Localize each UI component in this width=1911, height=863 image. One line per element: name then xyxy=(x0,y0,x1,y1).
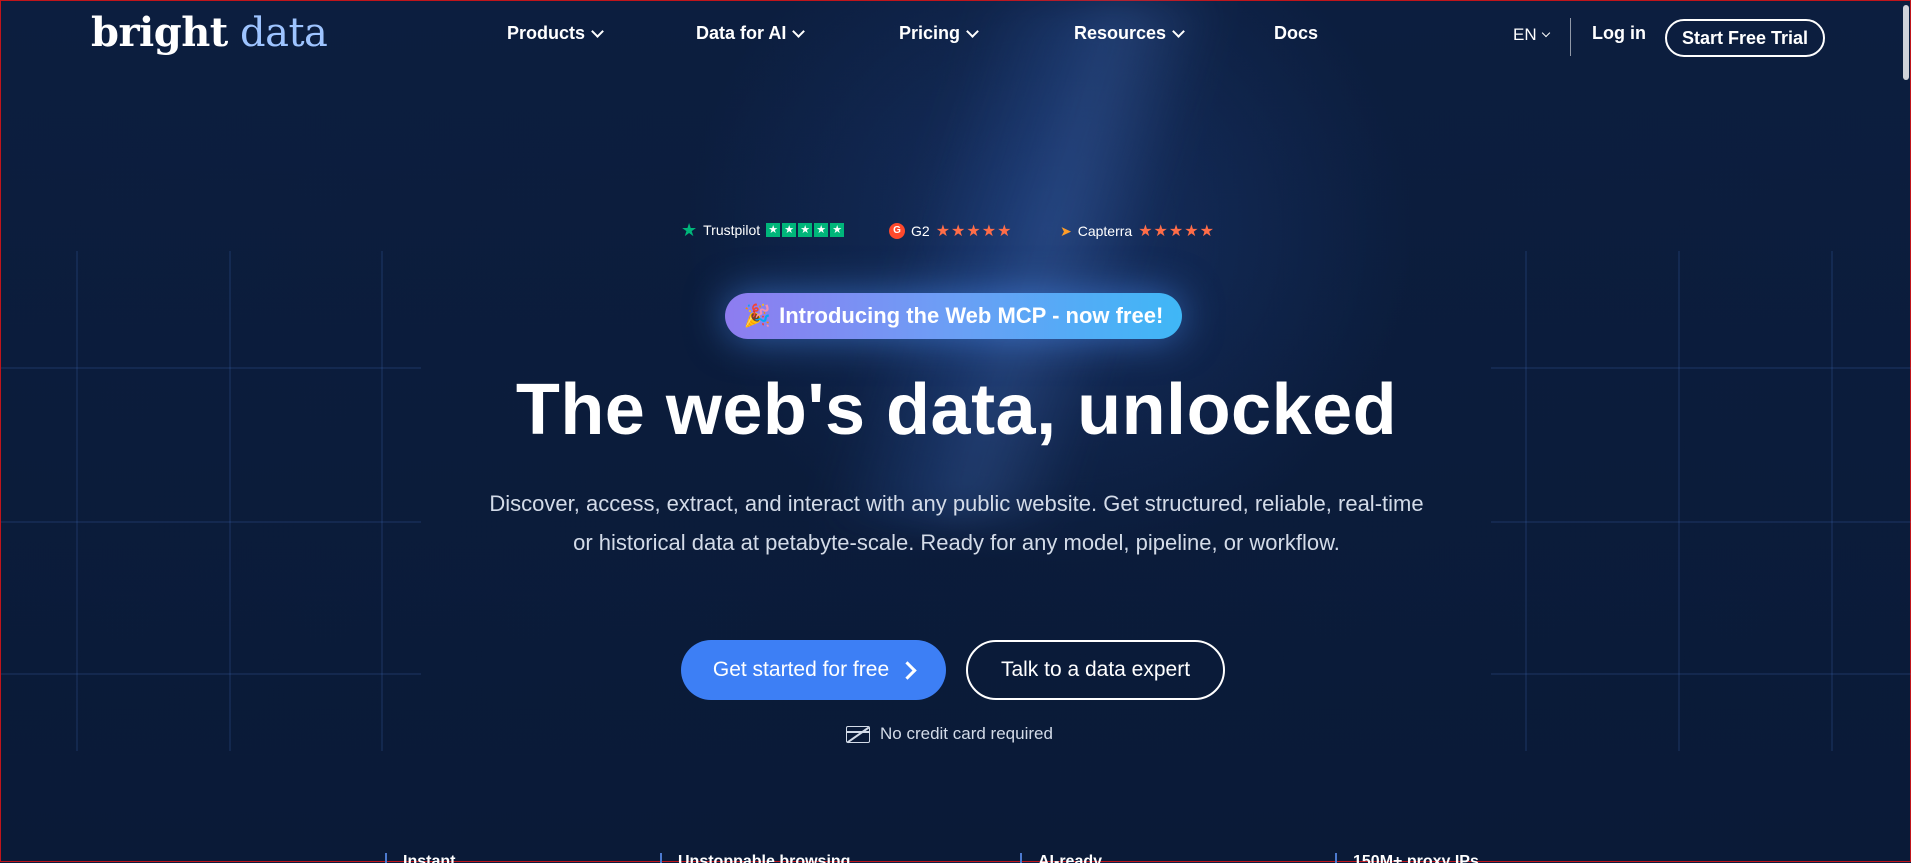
chevron-right-icon xyxy=(898,660,917,680)
logo-word-data: data xyxy=(239,10,328,56)
nav-item-label: Resources xyxy=(1074,23,1167,43)
nav-item-label: Pricing xyxy=(899,23,961,43)
page-title: The web's data, unlocked xyxy=(515,370,1398,450)
nav-item-label: Data for AI xyxy=(696,23,787,43)
nav-item-resources[interactable]: Resources xyxy=(1074,23,1185,44)
get-started-button[interactable]: Get started for free xyxy=(681,640,946,700)
hero-subtitle-line1: Discover, access, extract, and interact … xyxy=(489,491,1424,516)
nav-item-label: Docs xyxy=(1274,23,1319,43)
get-started-label: Get started for free xyxy=(712,658,890,681)
chevron-down-icon xyxy=(591,24,604,38)
g2-label: G2 xyxy=(911,223,930,239)
language-label: EN xyxy=(1513,25,1537,44)
trustpilot-stars: ★ ★ ★ ★ ★ xyxy=(766,223,845,237)
trustpilot-rating[interactable]: ★ Trustpilot ★ ★ ★ ★ ★ xyxy=(681,220,845,240)
nav-item-products[interactable]: Products xyxy=(507,23,604,44)
trustpilot-star-icon: ★ xyxy=(681,220,698,240)
g2-stars: ★★★★★ xyxy=(935,223,1013,240)
capterra-stars: ★★★★★ xyxy=(1138,223,1215,240)
capterra-logo-icon: ➤ xyxy=(1060,222,1072,239)
g2-logo-icon: G xyxy=(889,223,905,239)
capterra-rating[interactable]: ➤ Capterra ★★★★★ xyxy=(1060,221,1215,241)
logo-word-bright: bright xyxy=(91,9,228,56)
hero-subtitle-line2: or historical data at petabyte-scale. Re… xyxy=(573,530,1340,555)
chevron-down-icon xyxy=(1541,28,1550,37)
nav-item-label: Products xyxy=(507,23,586,43)
no-credit-card-note: No credit card required xyxy=(846,724,1053,744)
page-scrollbar[interactable] xyxy=(1902,1,1910,861)
trustpilot-label: Trustpilot xyxy=(703,222,761,238)
top-nav: bright data Products Data for AI Pricing… xyxy=(1,1,1911,71)
no-credit-card-label: No credit card required xyxy=(880,724,1053,743)
talk-to-expert-button[interactable]: Talk to a data expert xyxy=(966,640,1225,700)
no-credit-card-icon xyxy=(846,725,870,743)
login-link[interactable]: Log in xyxy=(1592,23,1646,44)
scrollbar-thumb[interactable] xyxy=(1903,5,1909,80)
capterra-label: Capterra xyxy=(1077,223,1133,239)
ratings-row: ★ Trustpilot ★ ★ ★ ★ ★ G G2 ★★★★★ ➤ Capterra… xyxy=(1,221,1911,241)
nav-divider xyxy=(1570,18,1571,56)
g2-rating[interactable]: G G2 ★★★★★ xyxy=(889,221,1012,241)
announcement-pill[interactable]: 🎉 Introducing the Web MCP - now free! xyxy=(725,293,1182,339)
hero-subtitle: Discover, access, extract, and interact … xyxy=(401,484,1512,562)
chevron-down-icon xyxy=(966,24,979,38)
chevron-down-icon xyxy=(1172,24,1185,38)
nav-item-pricing[interactable]: Pricing xyxy=(899,23,979,44)
nav-item-data-for-ai[interactable]: Data for AI xyxy=(696,23,806,44)
nav-item-docs[interactable]: Docs xyxy=(1274,23,1318,44)
chevron-down-icon xyxy=(792,24,806,38)
announcement-label: Introducing the Web MCP - now free! xyxy=(779,303,1164,328)
party-popper-icon: 🎉 xyxy=(743,303,772,328)
language-selector[interactable]: EN xyxy=(1513,25,1550,45)
brand-logo[interactable]: bright data xyxy=(91,9,328,56)
features-strip: Instant Unstoppable browsing AI-ready 15… xyxy=(1,849,1911,863)
start-free-trial-button[interactable]: Start Free Trial xyxy=(1665,19,1825,57)
